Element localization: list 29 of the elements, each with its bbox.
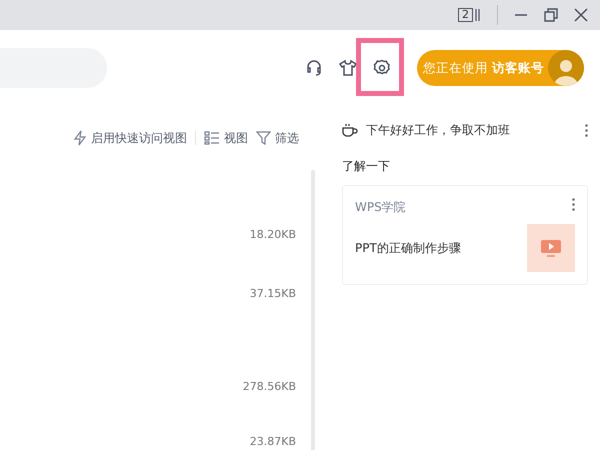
view-button[interactable]: 视图 bbox=[204, 129, 248, 147]
more-icon[interactable] bbox=[585, 124, 588, 136]
file-size: 18.20KB bbox=[250, 227, 296, 243]
section-title: 了解一下 bbox=[342, 158, 391, 175]
more-icon[interactable] bbox=[572, 198, 575, 211]
account-text: 您正在使用 访客账号 bbox=[423, 58, 544, 77]
bars-icon bbox=[475, 8, 481, 22]
filter-icon bbox=[256, 131, 271, 145]
settings-icon[interactable] bbox=[373, 59, 392, 77]
file-size: 278.56KB bbox=[242, 379, 296, 395]
course-card[interactable]: WPS学院 PPT的正确制作步骤 bbox=[342, 185, 588, 285]
play-screen-icon bbox=[540, 239, 562, 257]
quick-button[interactable]: 启用快速访问视图 bbox=[73, 129, 187, 147]
file-size: 37.15KB bbox=[250, 286, 296, 302]
file-size: 23.87KB bbox=[250, 434, 296, 450]
lightning-icon bbox=[73, 130, 87, 146]
list-icon bbox=[204, 131, 220, 145]
shirt-icon[interactable] bbox=[339, 59, 358, 77]
avatar-icon bbox=[548, 50, 584, 86]
restore-icon[interactable] bbox=[544, 8, 558, 22]
card-title: PPT的正确制作步骤 bbox=[355, 240, 462, 257]
filter-button[interactable]: 筛选 bbox=[256, 129, 299, 147]
card-source: WPS学院 bbox=[355, 199, 406, 216]
cup-icon bbox=[342, 123, 358, 137]
window-count: 2 bbox=[458, 8, 473, 22]
window-switcher[interactable]: 2 bbox=[458, 8, 481, 22]
greeting-text: 下午好好工作，争取不加班 bbox=[366, 122, 510, 139]
close-icon[interactable] bbox=[574, 8, 588, 22]
headset-icon[interactable] bbox=[305, 59, 324, 77]
